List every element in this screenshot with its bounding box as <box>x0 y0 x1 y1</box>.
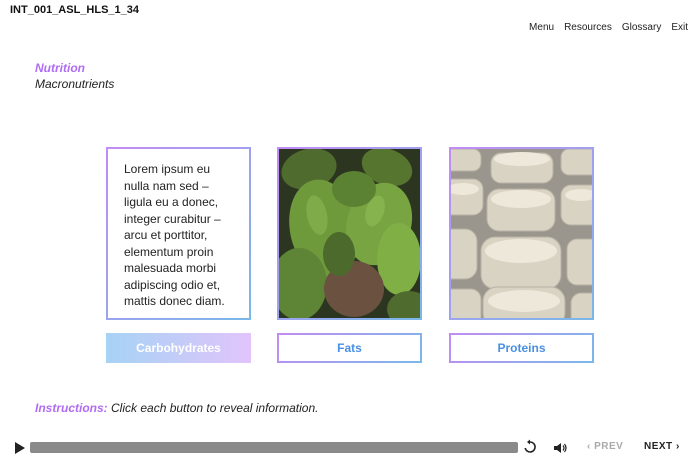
instructions-text: Click each button to reveal information. <box>111 401 319 415</box>
replay-icon[interactable] <box>522 439 538 455</box>
subtopic-title: Macronutrients <box>35 77 115 91</box>
top-nav: Menu Resources Glossary Exit <box>529 22 688 33</box>
volume-icon[interactable] <box>552 440 568 456</box>
exit-link[interactable]: Exit <box>671 22 688 33</box>
instructions: Instructions: Click each button to revea… <box>35 401 318 415</box>
avocados-illustration <box>279 149 420 318</box>
instructions-label: Instructions: <box>35 401 108 415</box>
media-player-bar: ‹ PREV NEXT › <box>0 436 700 460</box>
proteins-button[interactable]: Proteins <box>449 333 594 363</box>
info-card: Lorem ipsum eu nulla nam sed – ligula eu… <box>106 147 251 320</box>
play-icon[interactable] <box>13 440 27 456</box>
glossary-link[interactable]: Glossary <box>622 22 661 33</box>
next-label: NEXT <box>644 441 673 452</box>
chevron-right-icon: › <box>672 441 680 452</box>
fats-button[interactable]: Fats <box>277 333 422 363</box>
page-heading: Nutrition Macronutrients <box>35 61 114 91</box>
course-id: INT_001_ASL_HLS_1_34 <box>10 4 140 16</box>
prev-label: PREV <box>594 441 624 452</box>
next-button[interactable]: NEXT › <box>644 441 680 452</box>
avocados-image <box>277 147 422 320</box>
info-card-text: Lorem ipsum eu nulla nam sed – ligula eu… <box>124 162 225 308</box>
prev-button[interactable]: ‹ PREV <box>587 441 623 452</box>
progress-bar[interactable] <box>30 442 518 453</box>
resources-link[interactable]: Resources <box>564 22 612 33</box>
carbohydrates-button[interactable]: Carbohydrates <box>106 333 251 363</box>
menu-link[interactable]: Menu <box>529 22 554 33</box>
topic-title: Nutrition <box>35 61 85 75</box>
cheese-rounds-image <box>449 147 594 320</box>
cheese-rounds-illustration <box>451 149 592 318</box>
